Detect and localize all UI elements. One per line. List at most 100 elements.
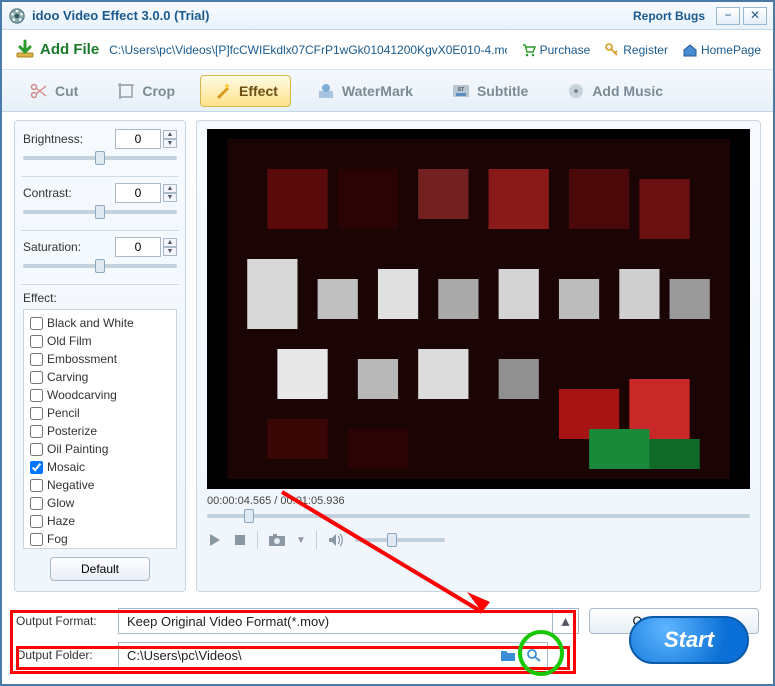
tab-addmusic[interactable]: Add Music: [553, 75, 676, 107]
effect-item: Negative: [30, 476, 170, 494]
playback-controls: ▼: [207, 531, 750, 549]
homepage-link[interactable]: HomePage: [682, 42, 761, 58]
video-preview-panel: 00:00:04.565 / 00:01:05.936 ▼: [196, 120, 761, 592]
brightness-label: Brightness:: [23, 132, 115, 146]
output-format-select[interactable]: Keep Original Video Format(*.mov) ▴: [118, 608, 579, 634]
tab-subtitle[interactable]: ST Subtitle: [438, 75, 541, 107]
default-button[interactable]: Default: [50, 557, 150, 581]
effect-checkbox[interactable]: [30, 371, 43, 384]
output-folder-field: [118, 642, 548, 668]
volume-slider[interactable]: [355, 533, 445, 547]
play-icon[interactable]: [207, 532, 223, 548]
cart-icon: [521, 42, 537, 58]
volume-icon[interactable]: [327, 532, 345, 548]
effect-checkbox[interactable]: [30, 407, 43, 420]
effect-item: Fog: [30, 530, 170, 548]
home-icon: [682, 42, 698, 58]
purchase-link[interactable]: Purchase: [521, 42, 591, 58]
tab-effect[interactable]: Effect: [200, 75, 291, 107]
effect-checkbox[interactable]: [30, 353, 43, 366]
snapshot-dropdown-icon[interactable]: ▼: [296, 535, 306, 546]
effect-checkbox[interactable]: [30, 497, 43, 510]
key-icon: [604, 42, 620, 58]
music-icon: [566, 81, 586, 101]
contrast-spinner[interactable]: ▲▼: [163, 184, 177, 202]
close-button[interactable]: ✕: [743, 7, 767, 25]
effect-checkbox[interactable]: [30, 479, 43, 492]
watermark-icon: [316, 81, 336, 101]
add-file-row: Add File C:\Users\pc\Videos\[P]fcCWIEkdl…: [2, 30, 773, 70]
window-title: idoo Video Effect 3.0.0 (Trial): [32, 8, 633, 23]
current-file-path: C:\Users\pc\Videos\[P]fcCWIEkdlx07CFrP1w…: [109, 43, 506, 57]
report-bugs-link[interactable]: Report Bugs: [633, 9, 705, 23]
main-area: Brightness: ▲▼ Contrast: ▲▼ Saturation: …: [2, 112, 773, 602]
effect-checkbox[interactable]: [30, 389, 43, 402]
video-preview: [207, 129, 750, 489]
tab-cut[interactable]: Cut: [16, 75, 91, 107]
output-folder-label: Output Folder:: [16, 648, 108, 662]
brightness-slider[interactable]: [23, 151, 177, 165]
effect-list-header: Effect:: [23, 291, 177, 305]
brightness-control: Brightness: ▲▼: [23, 129, 177, 170]
tab-bar: Cut Crop Effect WaterMark ST Subtitle Ad…: [2, 70, 773, 112]
effect-item: Oil Painting: [30, 440, 170, 458]
svg-text:ST: ST: [458, 87, 464, 93]
start-button[interactable]: Start: [629, 616, 749, 664]
output-format-label: Output Format:: [16, 614, 108, 628]
mosaic-frame: [207, 129, 750, 489]
contrast-slider[interactable]: [23, 205, 177, 219]
effect-item: Embossment: [30, 350, 170, 368]
effect-checkbox[interactable]: [30, 443, 43, 456]
saturation-slider[interactable]: [23, 259, 177, 273]
effect-checkbox[interactable]: [30, 425, 43, 438]
saturation-spinner[interactable]: ▲▼: [163, 238, 177, 256]
effect-item: Glow: [30, 494, 170, 512]
effect-item: Carving: [30, 368, 170, 386]
effect-controls-panel: Brightness: ▲▼ Contrast: ▲▼ Saturation: …: [14, 120, 186, 592]
effect-item: Posterize: [30, 422, 170, 440]
effect-item: Mosaic: [30, 458, 170, 476]
effect-item: Woodcarving: [30, 386, 170, 404]
output-format-value: Keep Original Video Format(*.mov): [119, 614, 552, 629]
saturation-control: Saturation: ▲▼: [23, 237, 177, 278]
output-format-row: Output Format: Keep Original Video Forma…: [16, 604, 759, 638]
effect-checkbox[interactable]: [30, 461, 43, 474]
output-section: Output Format: Keep Original Video Forma…: [2, 602, 773, 684]
effect-list: Black and White Old Film Embossment Carv…: [23, 309, 177, 549]
add-file-icon: [14, 39, 36, 61]
title-bar: idoo Video Effect 3.0.0 (Trial) Report B…: [2, 2, 773, 30]
saturation-label: Saturation:: [23, 240, 115, 254]
effect-checkbox[interactable]: [30, 335, 43, 348]
subtitle-icon: ST: [451, 81, 471, 101]
chevron-up-icon[interactable]: ▴: [552, 609, 578, 633]
scrub-slider[interactable]: [207, 509, 750, 523]
effect-item: Haze: [30, 512, 170, 530]
contrast-control: Contrast: ▲▼: [23, 183, 177, 224]
minimize-button[interactable]: −: [716, 7, 740, 25]
browse-folder-icon[interactable]: [495, 648, 521, 662]
effect-item: Black and White: [30, 314, 170, 332]
open-folder-icon[interactable]: [521, 648, 547, 662]
effect-checkbox[interactable]: [30, 317, 43, 330]
tab-watermark[interactable]: WaterMark: [303, 75, 426, 107]
effect-icon: [213, 81, 233, 101]
add-file-label: Add File: [40, 41, 99, 58]
time-display: 00:00:04.565 / 00:01:05.936: [207, 495, 750, 507]
add-file-button[interactable]: Add File: [14, 39, 99, 61]
effect-item: Pencil: [30, 404, 170, 422]
brightness-input[interactable]: [115, 129, 161, 149]
contrast-input[interactable]: [115, 183, 161, 203]
scissors-icon: [29, 81, 49, 101]
effect-item: Old Film: [30, 332, 170, 350]
snapshot-icon[interactable]: [268, 532, 286, 548]
saturation-input[interactable]: [115, 237, 161, 257]
output-folder-input[interactable]: [119, 648, 495, 663]
brightness-spinner[interactable]: ▲▼: [163, 130, 177, 148]
stop-icon[interactable]: [233, 533, 247, 547]
register-link[interactable]: Register: [604, 42, 668, 58]
effect-checkbox[interactable]: [30, 515, 43, 528]
crop-icon: [116, 81, 136, 101]
effect-item: Motion Blur: [30, 548, 170, 549]
tab-crop[interactable]: Crop: [103, 75, 188, 107]
effect-checkbox[interactable]: [30, 533, 43, 546]
